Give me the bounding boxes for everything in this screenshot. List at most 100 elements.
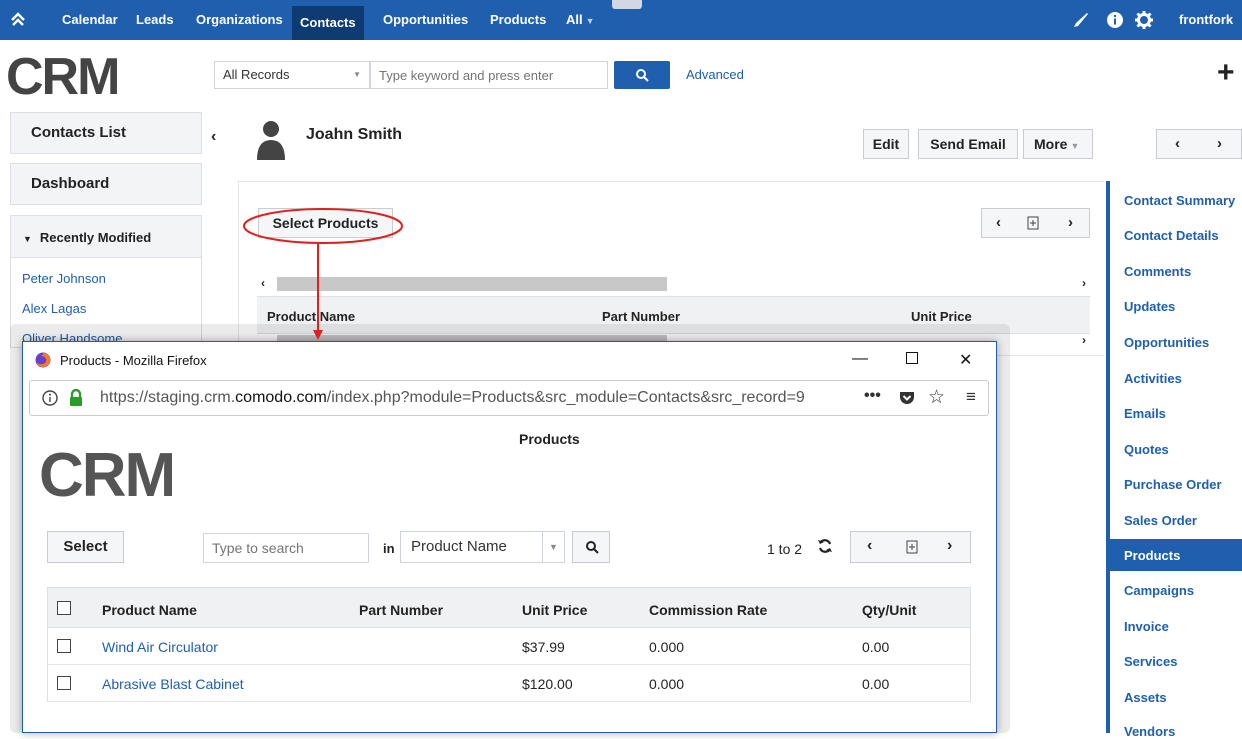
previous-record-icon[interactable]: ‹ — [1175, 135, 1180, 152]
close-icon[interactable]: ✕ — [959, 350, 972, 370]
search-button[interactable] — [614, 61, 670, 89]
collapse-sidebar-icon[interactable]: ‹ — [211, 128, 231, 152]
popup-window-title: Products - Mozilla Firefox — [60, 353, 207, 368]
user-menu[interactable]: frontfork — [1179, 12, 1233, 27]
nav-opportunities[interactable]: Opportunities — [383, 12, 468, 27]
recently-modified-header[interactable]: ▼ Recently Modified — [10, 215, 202, 258]
related-services[interactable]: Services — [1124, 654, 1178, 669]
recent-item[interactable]: Alex Lagas — [22, 301, 86, 316]
product-search-input[interactable] — [203, 533, 369, 563]
product-name-link[interactable]: Wind Air Circulator — [102, 639, 218, 655]
search-field-value: Product Name — [411, 538, 507, 555]
contacts-list-link[interactable]: Contacts List — [10, 112, 202, 154]
related-assets[interactable]: Assets — [1124, 690, 1167, 705]
select-products-button[interactable]: Select Products — [258, 208, 393, 238]
popup-url-bar[interactable]: https://staging.crm.comodo.com/index.php… — [29, 380, 989, 416]
row-checkbox[interactable] — [57, 639, 71, 653]
record-count: 1 to 2 — [767, 541, 803, 557]
column-product-name[interactable]: Product Name — [267, 309, 355, 324]
select-button[interactable]: Select — [47, 531, 124, 563]
table-row[interactable]: Abrasive Blast Cabinet $120.00 0.000 0.0… — [48, 665, 970, 702]
global-search-input[interactable] — [370, 61, 608, 89]
scroll-right-icon[interactable]: › — [1082, 276, 1086, 290]
related-activities[interactable]: Activities — [1124, 371, 1182, 386]
search-icon — [635, 68, 649, 82]
advanced-search-link[interactable]: Advanced — [686, 67, 744, 82]
scroll-right-icon[interactable]: › — [1082, 333, 1086, 347]
more-button[interactable]: More ▼ — [1023, 129, 1093, 159]
recent-item[interactable]: Peter Johnson — [22, 271, 106, 286]
nav-calendar[interactable]: Calendar — [62, 12, 118, 27]
related-contact-details[interactable]: Contact Details — [1124, 228, 1219, 243]
recently-modified-label: Recently Modified — [39, 230, 152, 245]
next-page-icon[interactable]: › — [947, 537, 952, 555]
records-filter-value: All Records — [223, 67, 290, 82]
column-unit-price[interactable]: Unit Price — [522, 602, 587, 618]
nav-products[interactable]: Products — [490, 12, 546, 27]
related-emails[interactable]: Emails — [1124, 406, 1166, 421]
dashboard-link[interactable]: Dashboard — [10, 163, 202, 205]
records-filter-select[interactable]: All Records ▼ — [214, 61, 370, 89]
nav-leads[interactable]: Leads — [136, 12, 174, 27]
row-checkbox[interactable] — [57, 676, 71, 690]
related-quotes[interactable]: Quotes — [1124, 442, 1169, 457]
related-comments[interactable]: Comments — [1124, 264, 1191, 279]
brush-icon[interactable] — [1072, 11, 1090, 29]
previous-page-icon[interactable]: ‹ — [996, 214, 1001, 231]
scrollbar-thumb[interactable] — [277, 277, 667, 291]
minimize-icon[interactable]: — — [852, 350, 868, 368]
info-icon[interactable] — [1106, 11, 1124, 29]
related-vendors[interactable]: Vendors — [1124, 724, 1175, 739]
add-icon[interactable]: + — [1217, 58, 1235, 88]
column-product-name[interactable]: Product Name — [102, 602, 197, 618]
popup-pager: ‹ › — [850, 531, 971, 563]
popup-titlebar[interactable]: Products - Mozilla Firefox — ✕ — [23, 342, 996, 378]
column-part-number[interactable]: Part Number — [602, 309, 680, 324]
bookmark-star-icon[interactable]: ☆ — [928, 386, 945, 409]
products-table: Product Name Part Number Unit Price Comm… — [47, 587, 971, 702]
nav-organizations[interactable]: Organizations — [196, 12, 283, 27]
crm-logo: CRM — [6, 48, 120, 106]
related-campaigns[interactable]: Campaigns — [1124, 583, 1194, 598]
export-icon[interactable] — [906, 540, 918, 554]
popup-search-button[interactable] — [572, 531, 610, 563]
export-icon[interactable] — [1027, 216, 1039, 230]
related-opportunities[interactable]: Opportunities — [1124, 335, 1209, 350]
gear-icon[interactable] — [1135, 11, 1153, 29]
home-icon[interactable] — [10, 11, 26, 27]
next-record-icon[interactable]: › — [1217, 135, 1222, 152]
related-invoice[interactable]: Invoice — [1124, 619, 1169, 634]
page-actions-icon[interactable]: ••• — [864, 387, 881, 405]
refresh-icon[interactable] — [817, 538, 833, 554]
related-sales-order[interactable]: Sales Order — [1124, 513, 1197, 528]
related-updates[interactable]: Updates — [1124, 299, 1175, 314]
next-page-icon[interactable]: › — [1068, 214, 1073, 231]
record-navigation: ‹ › — [1156, 129, 1242, 159]
related-products[interactable]: Products — [1110, 539, 1242, 571]
info-icon[interactable] — [42, 390, 58, 406]
nav-all-menu[interactable]: All ▼ — [566, 12, 595, 27]
column-part-number[interactable]: Part Number — [359, 602, 443, 618]
scroll-left-icon[interactable]: ‹ — [261, 276, 265, 290]
search-field-select[interactable]: Product Name ▼ — [400, 531, 565, 563]
related-contact-summary[interactable]: Contact Summary — [1124, 193, 1235, 208]
pocket-icon[interactable] — [898, 390, 916, 406]
maximize-icon[interactable] — [906, 352, 918, 364]
select-all-checkbox[interactable] — [57, 601, 71, 615]
edit-button[interactable]: Edit — [863, 129, 909, 159]
column-commission-rate[interactable]: Commission Rate — [649, 602, 767, 618]
hamburger-menu-icon[interactable]: ≡ — [966, 387, 976, 407]
nav-contacts[interactable]: Contacts — [292, 6, 364, 40]
column-unit-price[interactable]: Unit Price — [911, 309, 972, 324]
chevron-down-icon: ▼ — [585, 16, 595, 26]
send-email-button[interactable]: Send Email — [918, 129, 1018, 159]
related-purchase-order[interactable]: Purchase Order — [1124, 477, 1222, 492]
previous-page-icon[interactable]: ‹ — [867, 537, 872, 555]
product-name-link[interactable]: Abrasive Blast Cabinet — [102, 676, 244, 692]
table-row[interactable]: Wind Air Circulator $37.99 0.000 0.00 — [48, 628, 970, 665]
record-title: Joahn Smith — [306, 126, 403, 143]
horizontal-scrollbar[interactable]: ‹ › — [257, 276, 1090, 292]
column-qty-unit[interactable]: Qty/Unit — [862, 602, 916, 618]
tab-handle — [612, 0, 642, 9]
search-in-label: in — [383, 541, 395, 556]
